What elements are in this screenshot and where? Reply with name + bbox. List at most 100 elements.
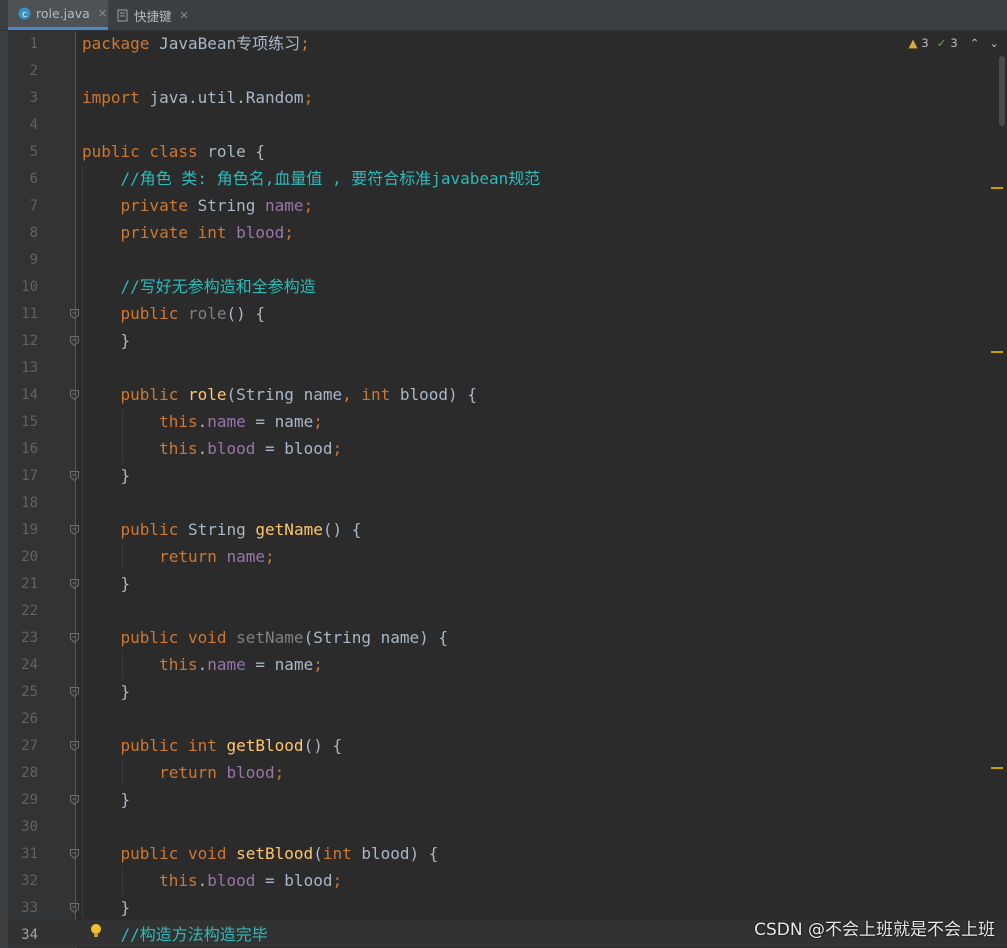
code-token: import — [82, 88, 150, 107]
code-line[interactable]: return blood; — [82, 759, 284, 786]
fold-icon[interactable] — [70, 390, 79, 400]
indent-guide — [122, 544, 123, 571]
code-line[interactable]: private String name; — [82, 192, 314, 219]
line-number: 16 — [21, 441, 38, 457]
chevron-up-icon[interactable]: ⌃ — [970, 36, 980, 50]
close-icon[interactable]: ✕ — [180, 9, 189, 22]
lightbulb-icon[interactable] — [90, 923, 102, 939]
tab-role-java[interactable]: c role.java ✕ — [8, 0, 108, 30]
code-line[interactable]: public role(String name, int blood) { — [82, 381, 477, 408]
fold-icon[interactable] — [70, 849, 79, 859]
line-number: 26 — [21, 711, 38, 727]
code-token: name — [207, 412, 256, 431]
weak-warning-count: 3 — [950, 36, 958, 50]
fold-icon[interactable] — [70, 741, 79, 751]
code-token: } — [82, 331, 131, 350]
code-line[interactable]: } — [82, 894, 131, 921]
line-number: 4 — [29, 117, 38, 133]
code-token: this — [159, 655, 198, 674]
line-number: 24 — [21, 657, 38, 673]
fold-icon[interactable] — [70, 795, 79, 805]
code-token: ( — [313, 844, 323, 863]
code-token: = name — [255, 412, 314, 431]
fold-icon[interactable] — [70, 309, 79, 319]
code-line[interactable]: //角色 类: 角色名,血量值 , 要符合标准javabean规范 — [82, 165, 541, 192]
error-stripe-marker[interactable] — [991, 187, 1003, 189]
fold-icon[interactable] — [70, 903, 79, 913]
line-number: 3 — [29, 90, 38, 106]
code-token: ; — [303, 196, 314, 215]
line-number: 6 — [29, 171, 38, 187]
fold-icon[interactable] — [70, 633, 79, 643]
code-line[interactable]: //构造方法构造完毕 — [82, 921, 268, 948]
code-token: ; — [284, 223, 294, 242]
code-line[interactable]: //写好无参构造和全参构造 — [82, 273, 316, 300]
code-token: this — [159, 439, 198, 458]
code-token: . — [197, 439, 208, 458]
code-token: name — [207, 655, 256, 674]
fold-icon[interactable] — [70, 579, 79, 589]
code-token: public — [120, 385, 188, 404]
inspection-widget[interactable]: ▲ 3 ✓ 3 ⌃ ⌄ — [905, 34, 999, 52]
code-line[interactable]: public String getName() { — [82, 516, 362, 543]
line-number: 9 — [29, 252, 38, 268]
error-stripe-marker[interactable] — [991, 767, 1003, 769]
error-stripe-marker[interactable] — [991, 351, 1003, 353]
code-token: blood — [207, 871, 266, 890]
line-number: 7 — [29, 198, 38, 214]
code-token: private int — [120, 223, 237, 242]
code-line[interactable]: return name; — [82, 543, 275, 570]
line-number: 8 — [29, 225, 38, 241]
code-token: ; — [332, 871, 343, 890]
tab-shortcuts[interactable]: 快捷键 ✕ — [116, 0, 196, 30]
code-line[interactable]: this.name = name; — [82, 408, 323, 435]
code-token: role { — [207, 142, 266, 161]
fold-icon[interactable] — [70, 336, 79, 346]
code-line[interactable]: public void setBlood(int blood) { — [82, 840, 439, 867]
fold-icon[interactable] — [70, 471, 79, 481]
line-number: 27 — [21, 738, 38, 754]
line-number-gutter — [8, 31, 76, 948]
fold-icon[interactable] — [70, 525, 79, 535]
close-icon[interactable]: ✕ — [98, 7, 107, 20]
code-line[interactable]: } — [82, 678, 131, 705]
code-token: setBlood — [236, 844, 314, 863]
code-line[interactable]: } — [82, 327, 131, 354]
code-line[interactable]: } — [82, 570, 131, 597]
file-icon — [117, 9, 128, 21]
code-token: = name — [255, 655, 314, 674]
code-line[interactable]: public role() { — [82, 300, 266, 327]
code-token: } — [82, 466, 131, 485]
fold-icon[interactable] — [70, 687, 79, 697]
line-number: 31 — [21, 846, 38, 862]
code-line[interactable]: } — [82, 786, 131, 813]
code-line[interactable]: import java.util.Random; — [82, 84, 313, 111]
line-number: 12 — [21, 333, 38, 349]
code-line[interactable]: } — [82, 462, 131, 489]
line-number: 33 — [21, 900, 38, 916]
code-token: setName — [236, 628, 304, 647]
line-number: 32 — [21, 873, 38, 889]
line-number: 14 — [21, 387, 38, 403]
code-line[interactable]: public void setName(String name) { — [82, 624, 449, 651]
code-token: this — [159, 871, 198, 890]
code-line[interactable]: public class role { — [82, 138, 265, 165]
scrollbar-thumb[interactable] — [999, 56, 1005, 126]
chevron-down-icon[interactable]: ⌄ — [989, 36, 999, 50]
code-line[interactable]: package JavaBean专项练习; — [82, 30, 310, 57]
code-token: . — [197, 412, 208, 431]
code-line[interactable]: private int blood; — [82, 219, 294, 246]
code-line[interactable]: public int getBlood() { — [82, 732, 343, 759]
code-line[interactable]: this.name = name; — [82, 651, 323, 678]
code-token: name — [265, 196, 304, 215]
code-token: ; — [313, 655, 323, 674]
code-token: blood) { — [361, 844, 439, 863]
code-token: name — [226, 547, 266, 566]
line-number: 13 — [21, 360, 38, 376]
code-token: getName — [255, 520, 323, 539]
